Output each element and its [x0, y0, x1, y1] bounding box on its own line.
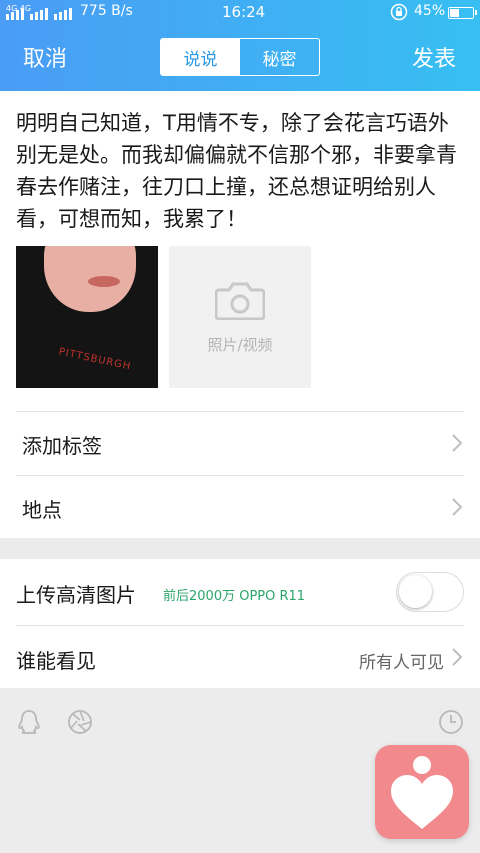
tab-shuoshuo[interactable]: 说说: [161, 39, 240, 75]
qq-penguin-icon[interactable]: [15, 708, 43, 736]
bottom-toolbar: [0, 688, 480, 853]
hd-upload-label: 上传高清图片: [16, 583, 136, 607]
add-photo-video-button[interactable]: 照片/视频: [169, 246, 311, 388]
camera-icon: [215, 282, 265, 320]
settings-panel: 上传高清图片 前后2000万 OPPO R11 谁能看见 所有人可见: [0, 559, 480, 688]
photo-lips: [88, 276, 120, 287]
status-time: 16:24: [222, 3, 266, 21]
hd-upload-toggle[interactable]: [396, 572, 464, 612]
header-bar: 4G 4G 775 B/s 16:24 45% 取消 说说 秘密 发表: [0, 0, 480, 91]
shutter-icon[interactable]: [66, 708, 94, 736]
chevron-right-icon: [452, 648, 463, 666]
add-tag-label: 添加标签: [22, 434, 102, 458]
post-text-input[interactable]: 明明自己知道，T用情不专，除了会花言巧语外别无是处。而我却偏偏就不信那个邪，非要…: [16, 107, 468, 235]
location-label: 地点: [22, 498, 62, 522]
attached-photo[interactable]: PITTSBURGH: [16, 246, 158, 388]
chevron-right-icon: [452, 434, 463, 452]
composer-panel: 明明自己知道，T用情不专，除了会花言巧语外别无是处。而我却偏偏就不信那个邪，非要…: [0, 91, 480, 538]
heart-person-icon: [391, 756, 453, 829]
battery-percent: 45%: [414, 3, 446, 19]
signal-icon: 4G 4G: [6, 4, 72, 20]
nav-bar: 取消 说说 秘密 发表: [0, 26, 480, 91]
clock-icon[interactable]: [437, 708, 465, 736]
location-row[interactable]: 地点: [0, 476, 480, 539]
status-bar: 4G 4G 775 B/s 16:24 45%: [0, 0, 480, 26]
cancel-button[interactable]: 取消: [23, 41, 67, 73]
visibility-row[interactable]: 谁能看见 所有人可见: [0, 626, 480, 688]
photo-shirt-text: PITTSBURGH: [57, 346, 133, 373]
visibility-label: 谁能看见: [16, 649, 96, 673]
battery-icon: [448, 7, 477, 19]
add-tag-row[interactable]: 添加标签: [0, 412, 480, 475]
tab-secret[interactable]: 秘密: [240, 39, 319, 75]
chevron-right-icon: [452, 498, 463, 516]
hd-upload-sub: 前后2000万 OPPO R11: [163, 589, 306, 604]
hd-upload-row: 上传高清图片 前后2000万 OPPO R11: [0, 559, 480, 625]
heart-app-button[interactable]: [375, 745, 469, 839]
rotation-lock-icon: [390, 3, 408, 21]
add-media-label: 照片/视频: [207, 336, 273, 354]
network-speed: 775 B/s: [80, 3, 133, 19]
visibility-value: 所有人可见: [359, 653, 444, 673]
toggle-knob: [399, 575, 432, 608]
post-type-segmented-control: 说说 秘密: [160, 38, 320, 76]
publish-button[interactable]: 发表: [412, 41, 456, 73]
